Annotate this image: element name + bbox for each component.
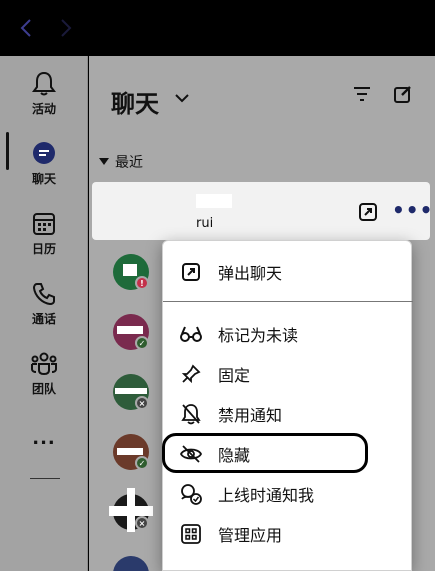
- context-menu: 弹出聊天 标记为未读 固定 禁用通知 隐藏 上线时通知我 管理应用: [162, 240, 413, 571]
- menu-item-popout-chat[interactable]: 弹出聊天: [163, 253, 413, 291]
- avatar[interactable]: ✓: [113, 434, 149, 470]
- more-icon: ...: [32, 428, 56, 449]
- menu-item-label: 固定: [218, 366, 251, 385]
- status-available-icon: ✓: [135, 336, 149, 350]
- popout-icon[interactable]: [358, 202, 378, 226]
- bell-off-icon: [179, 402, 203, 426]
- chat-name: rui: [196, 216, 214, 231]
- status-offline-icon: ×: [135, 396, 149, 410]
- rail-item-activity[interactable]: 活动: [0, 70, 88, 130]
- rail-label: 通话: [31, 312, 56, 326]
- status-available-icon: ✓: [135, 456, 149, 470]
- chevron-right-icon[interactable]: [54, 14, 78, 42]
- calendar-icon: [30, 210, 58, 238]
- title-bar: [0, 0, 435, 56]
- bell-icon: [30, 70, 58, 98]
- rail-item-teams[interactable]: 团队: [0, 350, 88, 410]
- rail-label: 团队: [31, 382, 56, 396]
- apps-icon: [179, 522, 203, 546]
- rail-item-more[interactable]: ...: [0, 426, 88, 486]
- section-recent[interactable]: 最近: [99, 152, 143, 172]
- filter-icon[interactable]: [353, 86, 371, 106]
- presence-bell-icon: [179, 482, 203, 506]
- teams-icon: [30, 350, 58, 378]
- menu-item-label: 上线时通知我: [218, 486, 315, 505]
- rail-label: 聊天: [31, 172, 56, 186]
- pin-icon: [179, 362, 203, 386]
- app-rail: 活动 聊天 日历 通话 团队 ...: [0, 56, 88, 571]
- menu-item-pin[interactable]: 固定: [163, 355, 413, 393]
- glasses-icon: [179, 322, 203, 346]
- menu-item-mark-unread[interactable]: 标记为未读: [163, 315, 413, 353]
- menu-item-label: 标记为未读: [218, 326, 299, 345]
- status-offline-icon: ×: [135, 516, 149, 530]
- menu-item-label: 管理应用: [218, 526, 283, 545]
- chat-item-selected[interactable]: rui •••: [92, 182, 433, 240]
- avatar[interactable]: ✓: [113, 314, 149, 350]
- menu-item-label: 弹出聊天: [218, 264, 283, 283]
- chevron-left-icon[interactable]: [14, 14, 38, 42]
- rail-divider: [30, 478, 60, 479]
- menu-item-notify-online[interactable]: 上线时通知我: [163, 475, 413, 513]
- section-label: 最近: [115, 155, 143, 171]
- status-busy-icon: !: [135, 276, 149, 290]
- rail-item-chat[interactable]: 聊天: [0, 140, 88, 200]
- chevron-down-icon[interactable]: [175, 88, 189, 107]
- chat-icon: [30, 140, 58, 168]
- redacted-name: [196, 194, 232, 208]
- page-title: 聊天: [111, 90, 159, 118]
- avatar[interactable]: [113, 556, 149, 571]
- avatar[interactable]: !: [113, 254, 149, 290]
- avatar[interactable]: ×: [113, 374, 149, 410]
- rail-item-calendar[interactable]: 日历: [0, 210, 88, 270]
- menu-item-mute[interactable]: 禁用通知: [163, 395, 413, 433]
- rail-label: 日历: [31, 242, 56, 256]
- more-options-icon[interactable]: •••: [392, 198, 433, 222]
- rail-item-calls[interactable]: 通话: [0, 280, 88, 340]
- highlight-annotation: [162, 433, 368, 473]
- avatar[interactable]: ×: [109, 488, 153, 532]
- compose-icon[interactable]: [393, 84, 413, 108]
- popout-icon: [179, 260, 203, 284]
- rail-label: 活动: [31, 102, 56, 116]
- phone-icon: [30, 280, 58, 308]
- caret-down-icon: [99, 158, 109, 165]
- menu-item-label: 禁用通知: [218, 406, 283, 425]
- menu-item-manage-apps[interactable]: 管理应用: [163, 515, 413, 553]
- menu-separator: [163, 301, 413, 302]
